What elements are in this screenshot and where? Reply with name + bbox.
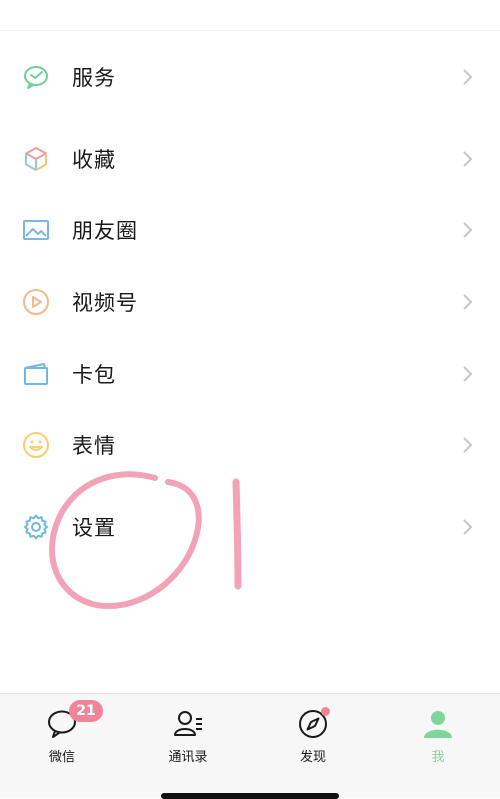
menu-item-favorites[interactable]: 收藏 [0,128,500,190]
tab-discover[interactable]: 发现 [263,708,363,768]
chevron-right-icon [462,150,474,168]
chevron-right-icon [462,518,474,536]
sticker-smile-icon [22,431,50,459]
menu-item-channels[interactable]: 视频号 [0,271,500,333]
chevron-right-icon [462,293,474,311]
menu-item-label: 收藏 [72,148,116,172]
chevron-right-icon [462,221,474,239]
menu-item-label: 朋友圈 [72,219,138,243]
menu-item-services[interactable]: 服务 [0,46,500,108]
menu-item-moments[interactable]: 朋友圈 [0,199,500,261]
tab-label: 发现 [299,750,326,765]
person-icon [422,708,454,740]
settings-gear-icon [22,513,50,541]
contacts-icon [172,708,204,740]
tab-me[interactable]: 我 [388,708,488,768]
home-indicator[interactable] [161,793,339,799]
menu-item-settings[interactable]: 设置 [0,496,500,558]
menu-item-label: 设置 [72,516,116,540]
moments-image-icon [22,216,50,244]
favorites-cube-icon [22,145,50,173]
tab-label: 微信 [48,750,75,765]
chevron-right-icon [462,436,474,454]
menu-item-label: 表情 [72,434,116,458]
tab-label: 我 [431,750,445,765]
wechat-pay-icon [22,63,50,91]
menu-item-label: 服务 [72,66,116,90]
tab-label: 通讯录 [168,750,208,765]
chevron-right-icon [462,68,474,86]
discover-notification-dot [321,707,330,716]
chevron-right-icon [462,365,474,383]
menu-item-label: 视频号 [72,291,138,315]
menu-item-card-wallet[interactable]: 卡包 [0,343,500,405]
unread-count-badge: 21 [69,700,103,722]
channels-play-icon [22,288,50,316]
tab-contacts[interactable]: 通讯录 [138,708,238,768]
menu-item-stickers[interactable]: 表情 [0,414,500,476]
top-bar [0,0,500,31]
menu-item-label: 卡包 [72,363,116,387]
card-wallet-icon [22,360,50,388]
